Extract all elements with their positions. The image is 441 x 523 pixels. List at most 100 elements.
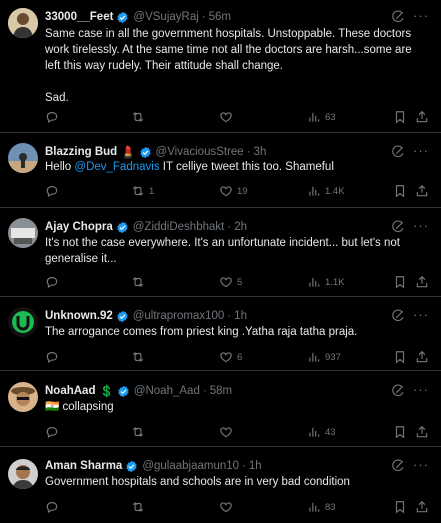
like-button[interactable]: 19 <box>219 183 248 199</box>
share-icon <box>415 184 429 198</box>
bookmark-button[interactable] <box>393 499 411 515</box>
repost-button[interactable] <box>131 424 149 440</box>
tweet[interactable]: NoahAad 💲 @Noah_Aad · 58m ··· 🇮🇳 collaps… <box>0 371 441 447</box>
share-icon <box>415 110 429 124</box>
repost-button[interactable] <box>131 274 149 290</box>
avatar[interactable] <box>8 307 38 337</box>
dollar-emoji: 💲 <box>99 386 114 398</box>
share-button[interactable] <box>415 349 433 365</box>
tweet-header: Aman Sharma @gulaabjaamun10 · 1h ··· <box>45 457 433 475</box>
tweet[interactable]: Unknown.92 @ultrapromax100 · 1h ··· The … <box>0 297 441 371</box>
share-button[interactable] <box>415 274 433 290</box>
repost-button[interactable] <box>131 349 149 365</box>
timestamp[interactable]: 2h <box>234 221 247 233</box>
grok-icon[interactable] <box>391 384 405 398</box>
views-button[interactable]: 1.4K <box>307 183 345 199</box>
grok-icon[interactable] <box>391 145 405 159</box>
timestamp[interactable]: 1h <box>234 310 247 322</box>
like-icon <box>219 425 233 439</box>
grok-icon[interactable] <box>391 459 405 473</box>
mention-link[interactable]: @Dev_Fadnavis <box>74 161 159 173</box>
share-button[interactable] <box>415 183 433 199</box>
reply-icon <box>45 350 59 364</box>
share-button[interactable] <box>415 109 433 125</box>
more-icon[interactable]: ··· <box>413 143 429 158</box>
bookmark-icon <box>393 110 407 124</box>
more-icon[interactable]: ··· <box>413 8 429 23</box>
reply-button[interactable] <box>45 183 63 199</box>
share-button[interactable] <box>415 424 433 440</box>
avatar[interactable] <box>8 143 38 173</box>
share-button[interactable] <box>415 499 433 515</box>
reply-button[interactable] <box>45 424 63 440</box>
views-icon <box>307 110 321 124</box>
display-name[interactable]: Unknown.92 <box>45 310 113 322</box>
avatar[interactable] <box>8 218 38 248</box>
handle[interactable]: @gulaabjaamun10 <box>142 460 239 472</box>
like-button[interactable]: 6 <box>219 349 242 365</box>
display-name[interactable]: 33000__Feet <box>45 11 113 23</box>
more-icon[interactable]: ··· <box>413 457 429 472</box>
bookmark-button[interactable] <box>393 183 411 199</box>
tweet[interactable]: Blazzing Bud 💄 @VivaciousStree · 3h ··· … <box>0 133 441 208</box>
bookmark-button[interactable] <box>393 274 411 290</box>
bookmark-icon <box>393 425 407 439</box>
avatar[interactable] <box>8 382 38 412</box>
bookmark-button[interactable] <box>393 109 411 125</box>
separator-dot: · <box>201 11 206 23</box>
timestamp[interactable]: 1h <box>249 460 262 472</box>
more-icon[interactable]: ··· <box>413 218 429 233</box>
like-button[interactable] <box>219 499 237 515</box>
verified-icon <box>125 460 138 473</box>
grok-icon[interactable] <box>391 309 405 323</box>
timestamp[interactable]: 3h <box>254 146 267 158</box>
repost-button[interactable]: 1 <box>131 183 154 199</box>
handle[interactable]: @VSujayRaj <box>133 11 198 23</box>
tweet-text-segment: Hello <box>45 161 75 173</box>
reply-button[interactable] <box>45 349 63 365</box>
like-button[interactable] <box>219 424 237 440</box>
views-button[interactable]: 63 <box>307 109 336 125</box>
avatar[interactable] <box>8 459 38 489</box>
reply-button[interactable] <box>45 274 63 290</box>
tweet-text-line: The arrogance comes from priest king .Ya… <box>45 326 358 338</box>
grok-icon[interactable] <box>391 10 405 24</box>
views-button[interactable]: 937 <box>307 349 341 365</box>
share-icon <box>415 500 429 514</box>
timestamp[interactable]: 58m <box>210 385 232 397</box>
handle[interactable]: @VivaciousStree <box>156 146 244 158</box>
display-name[interactable]: NoahAad <box>45 385 95 397</box>
tweet[interactable]: 33000__Feet @VSujayRaj · 56m ··· Same ca… <box>0 0 441 133</box>
reply-icon <box>45 425 59 439</box>
more-icon[interactable]: ··· <box>413 382 429 397</box>
views-button[interactable]: 83 <box>307 499 336 515</box>
handle[interactable]: @Noah_Aad <box>134 385 200 397</box>
repost-button[interactable] <box>131 109 149 125</box>
handle[interactable]: @ultrapromax100 <box>133 310 225 322</box>
handle[interactable]: @ZiddiDeshbhakt <box>133 221 225 233</box>
tweet[interactable]: Aman Sharma @gulaabjaamun10 · 1h ··· Gov… <box>0 447 441 523</box>
bookmark-icon <box>393 500 407 514</box>
tweet-text: It's not the case everywhere. It's an un… <box>45 235 431 267</box>
bookmark-button[interactable] <box>393 424 411 440</box>
avatar[interactable] <box>8 8 38 38</box>
views-icon <box>307 350 321 364</box>
bookmark-button[interactable] <box>393 349 411 365</box>
display-name[interactable]: Aman Sharma <box>45 460 122 472</box>
tweet-actions: 63 <box>45 109 433 125</box>
display-name[interactable]: Ajay Chopra <box>45 221 113 233</box>
tweet-text: Same case in all the government hospital… <box>45 26 431 106</box>
reply-button[interactable] <box>45 499 63 515</box>
more-icon[interactable]: ··· <box>413 307 429 322</box>
grok-icon[interactable] <box>391 220 405 234</box>
bookmark-icon <box>393 184 407 198</box>
display-name[interactable]: Blazzing Bud <box>45 146 117 158</box>
like-button[interactable] <box>219 109 237 125</box>
like-button[interactable]: 5 <box>219 274 242 290</box>
views-button[interactable]: 1.1K <box>307 274 345 290</box>
reply-button[interactable] <box>45 109 63 125</box>
repost-button[interactable] <box>131 499 149 515</box>
timestamp[interactable]: 56m <box>209 11 231 23</box>
tweet[interactable]: Ajay Chopra @ZiddiDeshbhakt · 2h ··· It'… <box>0 208 441 297</box>
views-button[interactable]: 43 <box>307 424 336 440</box>
